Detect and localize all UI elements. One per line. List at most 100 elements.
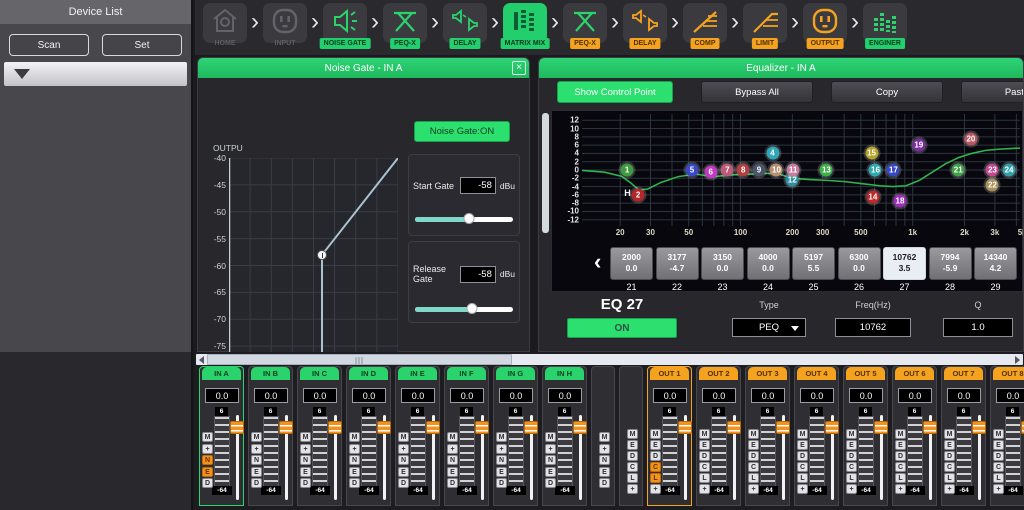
strip-button-d[interactable]: D (846, 451, 857, 461)
eq-control-point-2[interactable]: 2 (632, 188, 645, 201)
channel-strip-out-5[interactable]: OUT 50.06-64MEDCL+ (843, 366, 888, 506)
strip-button-d[interactable]: D (895, 451, 906, 461)
channel-gain-display[interactable]: 0.0 (996, 388, 1024, 403)
eq-band-cell-28[interactable]: 7994-5.9 (929, 247, 972, 280)
channel-strip-in-h[interactable]: IN H0.06-64M+NED (542, 366, 587, 506)
strip-button-l[interactable]: L (895, 473, 906, 483)
strip-button-c[interactable]: C (797, 462, 808, 472)
strip-button-+[interactable]: + (650, 484, 661, 494)
channel-gain-display[interactable]: 0.0 (898, 388, 932, 403)
gate-transfer-graph[interactable] (229, 158, 398, 373)
fader-handle[interactable] (727, 421, 741, 434)
channel-label[interactable]: OUT 3 (748, 367, 787, 380)
channel-strip-in-d[interactable]: IN D0.06-64M+NED (346, 366, 391, 506)
eq-band-cell-29[interactable]: 143404.2 (974, 247, 1017, 280)
band-q-field[interactable]: 1.0 (943, 318, 1013, 337)
channel-gain-display[interactable]: 0.0 (849, 388, 883, 403)
master-strip[interactable]: MEDCL+ (619, 366, 643, 506)
eq-control-point-8[interactable]: 8 (737, 164, 750, 177)
param-value-field[interactable]: -58 (460, 266, 496, 283)
toolbar-item-input[interactable]: INPUT (262, 0, 308, 55)
fader-handle[interactable] (573, 421, 587, 434)
strip-button-e[interactable]: E (895, 440, 906, 450)
toolbar-item-delay[interactable]: DELAY (622, 0, 668, 55)
fader-handle[interactable] (377, 421, 391, 434)
channel-gain-display[interactable]: 0.0 (548, 388, 582, 403)
strip-button-+[interactable]: + (545, 444, 556, 454)
toolbar-item-limit[interactable]: LIMIT (742, 0, 788, 55)
channel-strip-out-6[interactable]: OUT 60.06-64MEDCL+ (892, 366, 937, 506)
strip-button-l[interactable]: L (748, 473, 759, 483)
strip-button-+[interactable]: + (797, 484, 808, 494)
strip-button-+[interactable]: + (447, 444, 458, 454)
fader-handle[interactable] (328, 421, 342, 434)
strip-button-+[interactable]: + (398, 444, 409, 454)
strip-button-c[interactable]: C (650, 462, 661, 472)
strip-button-+[interactable]: + (202, 444, 213, 454)
eq-vertical-scrollbar[interactable] (542, 113, 549, 233)
eq-control-point-5[interactable]: 5 (685, 164, 698, 177)
toolbar-item-enginer[interactable]: ENGINER (862, 0, 908, 55)
strip-button-c[interactable]: C (993, 462, 1004, 472)
strip-button-e[interactable]: E (496, 467, 507, 477)
strip-button-m[interactable]: M (251, 432, 262, 442)
fader-handle[interactable] (678, 421, 692, 434)
eq-control-point-20[interactable]: 20 (964, 132, 977, 145)
strip-button-d[interactable]: D (650, 451, 661, 461)
strip-button-m[interactable]: M (398, 432, 409, 442)
strip-button-c[interactable]: C (846, 462, 857, 472)
strip-button-e[interactable]: E (202, 467, 213, 477)
scroll-right-arrow-icon[interactable] (1015, 356, 1020, 364)
scrollbar-thumb[interactable] (207, 354, 512, 365)
channel-strip-in-c[interactable]: IN C0.06-64M+NED (297, 366, 342, 506)
strip-button-+[interactable]: + (895, 484, 906, 494)
strip-button-d[interactable]: D (797, 451, 808, 461)
channel-gain-display[interactable]: 0.0 (751, 388, 785, 403)
channel-label[interactable]: IN B (251, 367, 290, 380)
eq-band-cell-26[interactable]: 63000.0 (838, 247, 881, 280)
channel-label[interactable]: IN A (202, 367, 241, 380)
fader-handle[interactable] (524, 421, 538, 434)
eq-control-point-16[interactable]: 16 (869, 164, 882, 177)
strip-button-d[interactable]: D (599, 478, 610, 488)
strip-button-n[interactable]: N (251, 455, 262, 465)
strip-button-d[interactable]: D (398, 478, 409, 488)
scan-button[interactable]: Scan (9, 34, 89, 56)
strip-button-d[interactable]: D (251, 478, 262, 488)
strip-button-d[interactable]: D (944, 451, 955, 461)
channel-label[interactable]: IN F (447, 367, 486, 380)
slider-thumb[interactable] (466, 303, 477, 314)
scroll-left-arrow-icon[interactable] (199, 356, 204, 364)
strip-button-e[interactable]: E (545, 467, 556, 477)
close-icon[interactable]: × (512, 61, 526, 75)
eq-control-point-22[interactable]: 22 (986, 178, 999, 191)
strip-button-n[interactable]: N (349, 455, 360, 465)
eq-control-point-15[interactable]: 15 (865, 147, 878, 160)
strip-button-m[interactable]: M (944, 429, 955, 439)
bypass-all-button[interactable]: Bypass All (701, 81, 813, 103)
strip-button-+[interactable]: + (846, 484, 857, 494)
channel-gain-display[interactable]: 0.0 (947, 388, 981, 403)
channel-gain-display[interactable]: 0.0 (499, 388, 533, 403)
channel-strip-in-f[interactable]: IN F0.06-64M+NED (444, 366, 489, 506)
strip-button-d[interactable]: D (699, 451, 710, 461)
eq-control-point-4[interactable]: 4 (766, 147, 779, 160)
eq-control-point-14[interactable]: 14 (866, 190, 879, 203)
channel-strip-in-e[interactable]: IN E0.06-64M+NED (395, 366, 440, 506)
strip-button-d[interactable]: D (627, 451, 638, 461)
strip-button-l[interactable]: L (944, 473, 955, 483)
channel-gain-display[interactable]: 0.0 (401, 388, 435, 403)
channel-label[interactable]: IN G (496, 367, 535, 380)
strip-button-+[interactable]: + (993, 484, 1004, 494)
eq-control-point-24[interactable]: 24 (1003, 164, 1016, 177)
channel-label[interactable]: OUT 5 (846, 367, 885, 380)
eq-band-cell-24[interactable]: 40000.0 (747, 247, 790, 280)
channel-label[interactable]: IN D (349, 367, 388, 380)
strip-button-l[interactable]: L (627, 473, 638, 483)
param-slider[interactable] (415, 304, 513, 315)
strip-button-e[interactable]: E (846, 440, 857, 450)
strip-button-m[interactable]: M (627, 429, 638, 439)
fader-handle[interactable] (230, 421, 244, 434)
band-freq-field[interactable]: 10762 (835, 318, 911, 337)
strip-button-m[interactable]: M (895, 429, 906, 439)
